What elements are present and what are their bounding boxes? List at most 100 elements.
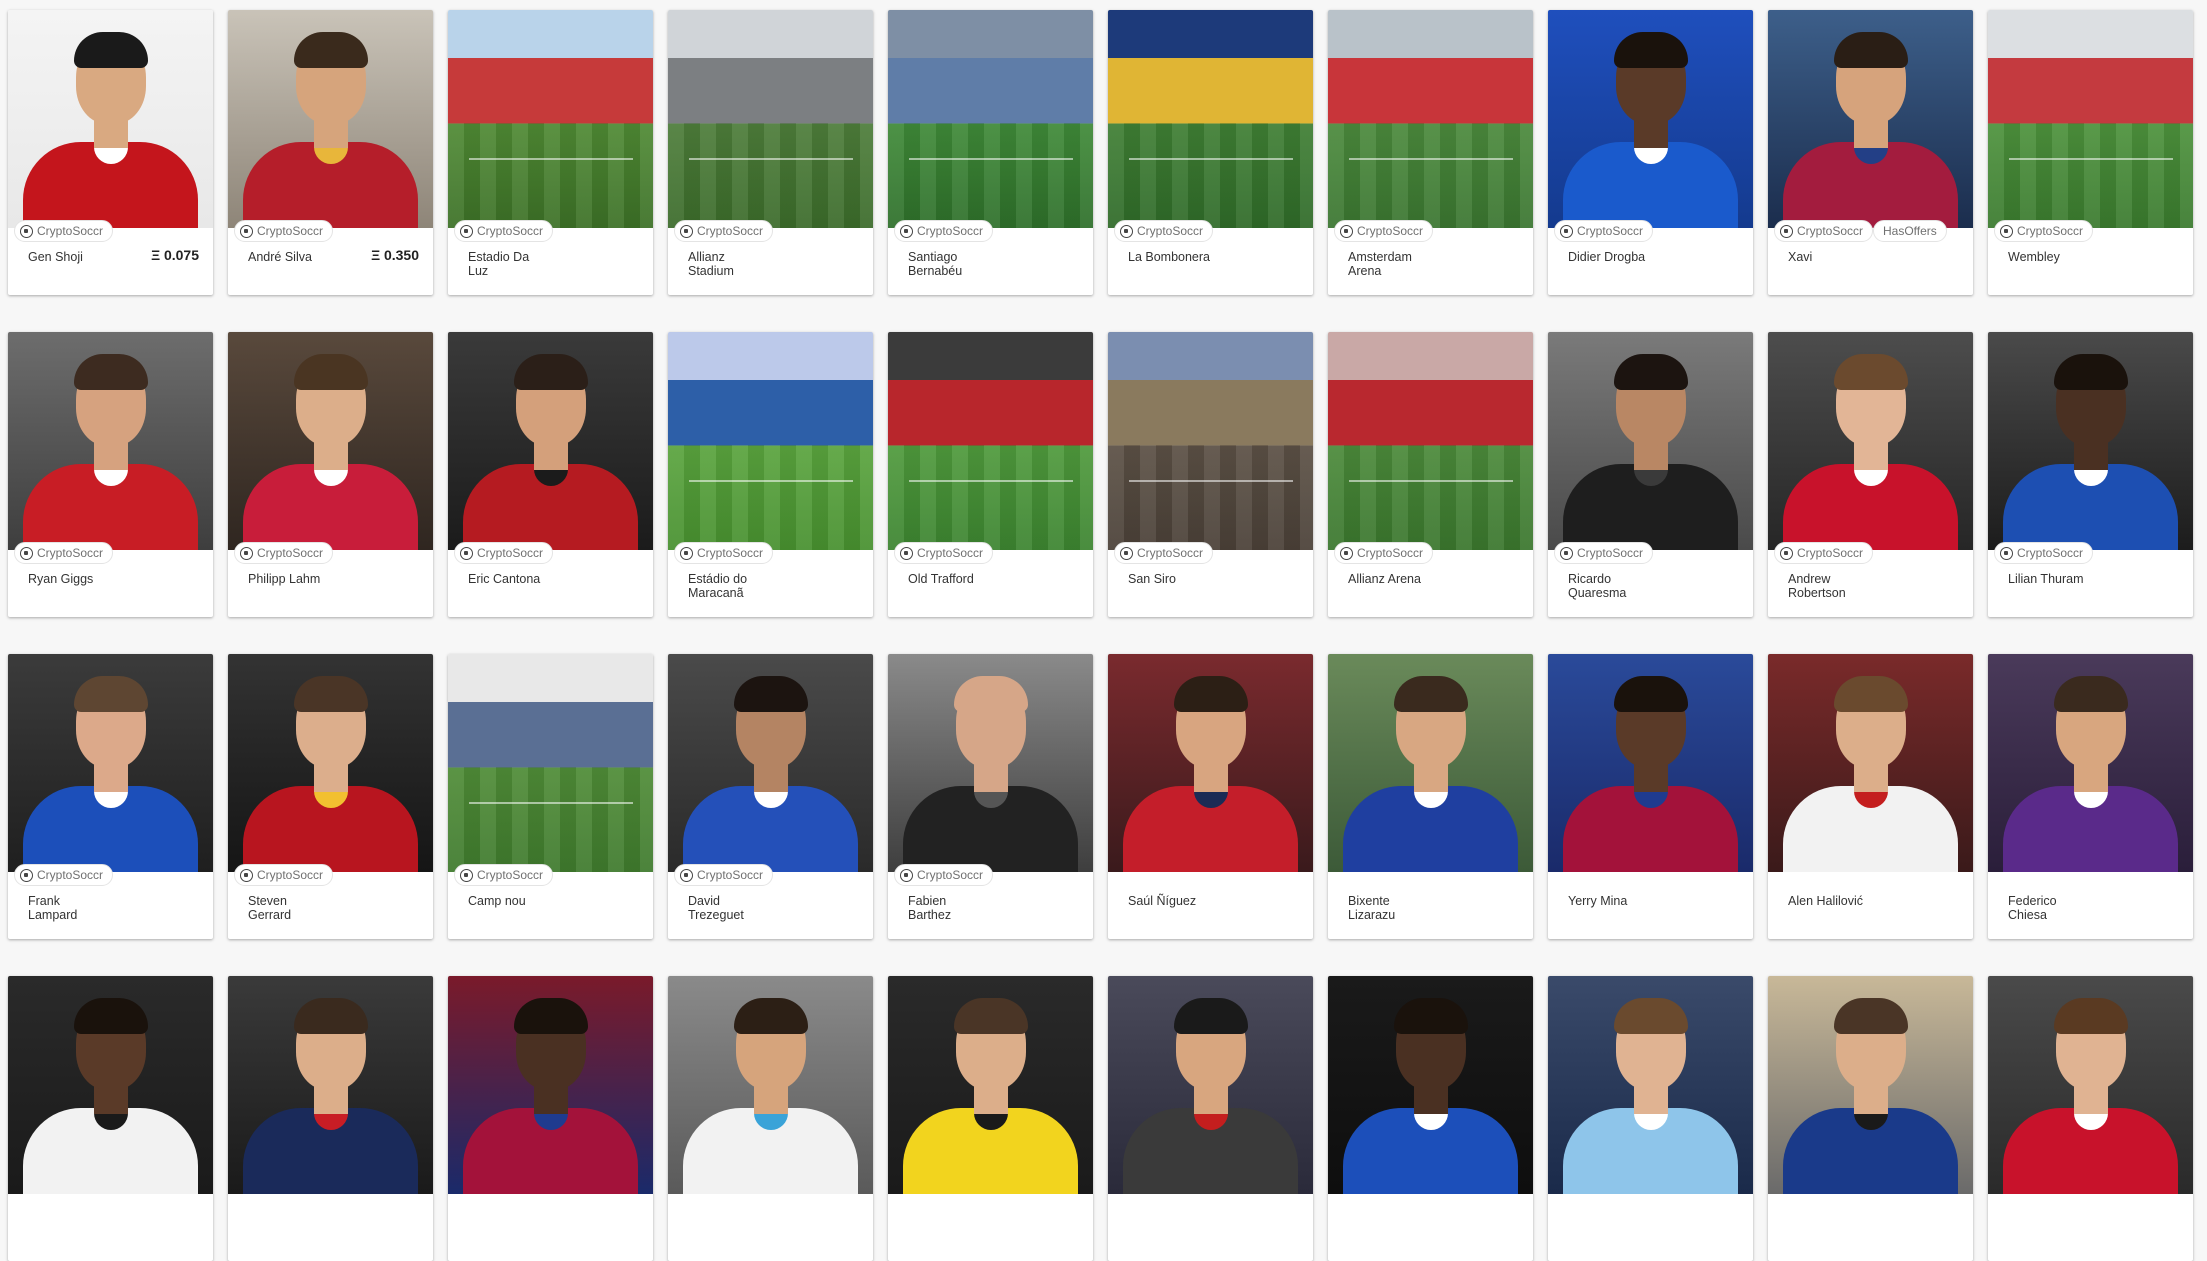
- cryptosoccr-badge[interactable]: CryptoSoccr: [894, 220, 994, 242]
- pitch-line: [908, 158, 1073, 161]
- badge-label: CryptoSoccr: [1797, 224, 1864, 238]
- card-name: Andrew Robertson: [1788, 572, 1846, 600]
- collectible-card[interactable]: CryptoSoccr Camp nou: [448, 654, 653, 939]
- collectible-card[interactable]: CryptoSoccr Steven Gerrard: [228, 654, 433, 939]
- card-info: Wembley: [2008, 250, 2179, 264]
- neck-shape: [973, 764, 1008, 792]
- cryptosoccr-badge[interactable]: CryptoSoccr: [454, 542, 554, 564]
- player-image: [228, 332, 433, 550]
- cryptosoccr-badge[interactable]: CryptoSoccr: [894, 864, 994, 886]
- badge-label: CryptoSoccr: [257, 546, 324, 560]
- player-image: [448, 976, 653, 1194]
- collectible-card[interactable]: [888, 976, 1093, 1261]
- collectible-card[interactable]: [8, 976, 213, 1261]
- jersey-shape: [903, 1108, 1078, 1194]
- player-image: [1768, 10, 1973, 228]
- collectible-card[interactable]: CryptoSoccr André Silva Ξ 0.350: [228, 10, 433, 295]
- cryptosoccr-badge[interactable]: CryptoSoccr: [1774, 220, 1874, 242]
- collectible-card[interactable]: Yerry Mina: [1548, 654, 1753, 939]
- collectible-card[interactable]: CryptoSoccr Estadio Da Luz: [448, 10, 653, 295]
- jersey-shape: [2003, 1108, 2178, 1194]
- collectible-card[interactable]: CryptoSoccr La Bombonera: [1108, 10, 1313, 295]
- collectible-card[interactable]: Federico Chiesa: [1988, 654, 2193, 939]
- cryptosoccr-badge[interactable]: CryptoSoccr: [234, 220, 334, 242]
- cryptosoccr-badge[interactable]: CryptoSoccr: [1774, 542, 1874, 564]
- card-info: Didier Drogba: [1568, 250, 1739, 264]
- collectible-card[interactable]: CryptoSoccr Wembley: [1988, 10, 2193, 295]
- collectible-card[interactable]: CryptoSoccr Old Trafford: [888, 332, 1093, 617]
- collectible-card[interactable]: CryptoSoccr Philipp Lahm: [228, 332, 433, 617]
- collectible-card[interactable]: Saúl Ñíguez: [1108, 654, 1313, 939]
- cryptosoccr-badge[interactable]: CryptoSoccr: [1554, 220, 1654, 242]
- collectible-card[interactable]: CryptoSoccr Estádio do Maracanã: [668, 332, 873, 617]
- soccer-ball-icon: [20, 546, 33, 560]
- pitch-line: [1348, 480, 1513, 483]
- cryptosoccr-badge[interactable]: CryptoSoccr: [14, 864, 114, 886]
- card-name: Didier Drogba: [1568, 250, 1646, 264]
- collectible-card[interactable]: CryptoSoccr Andrew Robertson: [1768, 332, 1973, 617]
- stadium-image: [888, 332, 1093, 550]
- neck-shape: [753, 1086, 788, 1114]
- collectible-card[interactable]: [228, 976, 433, 1261]
- cryptosoccr-badge[interactable]: CryptoSoccr: [1114, 542, 1214, 564]
- badge-label: CryptoSoccr: [917, 546, 984, 560]
- collectible-card[interactable]: CryptoSoccr Allianz Arena: [1328, 332, 1533, 617]
- badge-label: CryptoSoccr: [1137, 224, 1204, 238]
- collectible-card[interactable]: CryptoSoccr Santiago Bernabéu: [888, 10, 1093, 295]
- cryptosoccr-badge[interactable]: CryptoSoccr: [1994, 542, 2094, 564]
- collectible-card[interactable]: CryptoSoccr Lilian Thuram: [1988, 332, 2193, 617]
- cryptosoccr-badge[interactable]: CryptoSoccr: [1114, 220, 1214, 242]
- collectible-card[interactable]: [1548, 976, 1753, 1261]
- cryptosoccr-badge[interactable]: CryptoSoccr: [894, 542, 994, 564]
- hasoffers-badge[interactable]: HasOffers: [1873, 220, 1947, 242]
- pitch-line: [468, 802, 633, 805]
- cryptosoccr-badge[interactable]: CryptoSoccr: [234, 542, 334, 564]
- player-image: [8, 654, 213, 872]
- collectible-card[interactable]: CryptoSoccr Allianz Stadium: [668, 10, 873, 295]
- card-info: Ryan Giggs: [28, 572, 199, 586]
- cryptosoccr-badge[interactable]: CryptoSoccr: [1554, 542, 1654, 564]
- card-name: Frank Lampard: [28, 894, 78, 922]
- hair-shape: [1833, 676, 1908, 712]
- collectible-card[interactable]: Bixente Lizarazu: [1328, 654, 1533, 939]
- cryptosoccr-badge[interactable]: CryptoSoccr: [674, 542, 774, 564]
- cryptosoccr-badge[interactable]: CryptoSoccr: [234, 864, 334, 886]
- collectible-card[interactable]: [1768, 976, 1973, 1261]
- collectible-card[interactable]: CryptoSoccr Amsterdam Arena: [1328, 10, 1533, 295]
- collectible-card[interactable]: CryptoSoccr San Siro: [1108, 332, 1313, 617]
- jersey-shape: [2003, 786, 2178, 872]
- collectible-card[interactable]: Alen Halilović: [1768, 654, 1973, 939]
- card-name: Fabien Barthez: [908, 894, 952, 922]
- collectible-card[interactable]: CryptoSoccr HasOffers Xavi: [1768, 10, 1973, 295]
- collectible-card[interactable]: [668, 976, 873, 1261]
- cryptosoccr-badge[interactable]: CryptoSoccr: [1994, 220, 2094, 242]
- cryptosoccr-badge[interactable]: CryptoSoccr: [14, 542, 114, 564]
- cryptosoccr-badge[interactable]: CryptoSoccr: [1334, 220, 1434, 242]
- cryptosoccr-badge[interactable]: CryptoSoccr: [674, 864, 774, 886]
- cryptosoccr-badge[interactable]: CryptoSoccr: [14, 220, 114, 242]
- cryptosoccr-badge[interactable]: CryptoSoccr: [1334, 542, 1434, 564]
- neck-shape: [1853, 764, 1888, 792]
- collectible-card[interactable]: CryptoSoccr Eric Cantona: [448, 332, 653, 617]
- collectible-card[interactable]: CryptoSoccr Ricardo Quaresma: [1548, 332, 1753, 617]
- collectible-card[interactable]: [1328, 976, 1533, 1261]
- collectible-card[interactable]: CryptoSoccr Frank Lampard: [8, 654, 213, 939]
- card-name: Estádio do Maracanã: [688, 572, 748, 600]
- cryptosoccr-badge[interactable]: CryptoSoccr: [674, 220, 774, 242]
- collectible-card[interactable]: CryptoSoccr Didier Drogba: [1548, 10, 1753, 295]
- player-image: [1768, 654, 1973, 872]
- card-name: La Bombonera: [1128, 250, 1211, 264]
- collectible-card[interactable]: [1108, 976, 1313, 1261]
- collectible-card[interactable]: CryptoSoccr David Trezeguet: [668, 654, 873, 939]
- collectible-card[interactable]: CryptoSoccr Fabien Barthez: [888, 654, 1093, 939]
- pitch-line: [1348, 158, 1513, 161]
- soccer-ball-icon: [240, 546, 253, 560]
- card-info: Camp nou: [468, 894, 639, 908]
- cryptosoccr-badge[interactable]: CryptoSoccr: [454, 864, 554, 886]
- collectible-card[interactable]: [1988, 976, 2193, 1261]
- cryptosoccr-badge[interactable]: CryptoSoccr: [454, 220, 554, 242]
- collectible-card[interactable]: CryptoSoccr Ryan Giggs: [8, 332, 213, 617]
- pitch-line: [468, 158, 633, 161]
- collectible-card[interactable]: [448, 976, 653, 1261]
- collectible-card[interactable]: CryptoSoccr Gen Shoji Ξ 0.075: [8, 10, 213, 295]
